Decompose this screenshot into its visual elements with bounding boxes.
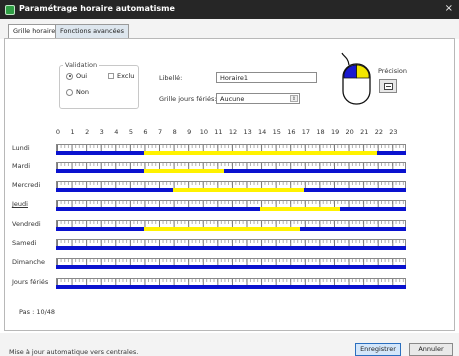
hour-label: 2 — [85, 128, 90, 136]
inactive-segment[interactable] — [260, 207, 341, 211]
time-ruler[interactable] — [56, 258, 406, 265]
status-text: Mise à jour automatique vers centrales. — [9, 348, 139, 356]
hour-label: 0 — [55, 128, 61, 136]
save-button[interactable]: Enregistrer — [355, 343, 401, 356]
tab-bar: Grille horaire Fonctions avancées — [0, 19, 459, 39]
schedule-row[interactable] — [56, 239, 406, 250]
hour-label: 14 — [258, 128, 267, 136]
hour-label: 5 — [128, 128, 133, 136]
schedule-bar[interactable] — [56, 151, 406, 155]
feries-select[interactable]: Aucune ⇕ — [216, 93, 300, 104]
feries-label: Grille jours fériés: — [159, 95, 217, 103]
radio-oui[interactable]: Oui — [66, 72, 87, 80]
hour-label: 23 — [389, 128, 398, 136]
hour-label: 1 — [70, 128, 75, 136]
schedule-row[interactable] — [56, 144, 406, 155]
precision-label: Précision — [378, 67, 408, 75]
radio-non[interactable]: Non — [66, 88, 89, 96]
hour-label: 18 — [316, 128, 325, 136]
schedule-row[interactable] — [56, 200, 406, 211]
libelle-label: Libellé: — [159, 74, 183, 82]
hour-label: 9 — [187, 128, 192, 136]
schedule-row[interactable] — [56, 162, 406, 173]
radio-oui-label: Oui — [76, 72, 88, 80]
precision-icon — [384, 83, 393, 90]
inactive-segment[interactable] — [143, 227, 301, 231]
hour-label: 19 — [330, 128, 340, 136]
day-label: Vendredi — [12, 220, 41, 228]
title-bar: Paramétrage horaire automatisme × — [0, 0, 459, 19]
schedule-bar[interactable] — [56, 285, 406, 289]
exclu-checkbox-label: Exclu — [117, 72, 135, 80]
hour-label: 17 — [301, 128, 311, 136]
inactive-segment[interactable] — [143, 169, 224, 173]
time-ruler[interactable] — [56, 278, 406, 285]
app-icon — [5, 5, 15, 15]
time-ruler[interactable] — [56, 239, 406, 246]
hour-label: 7 — [158, 128, 163, 136]
close-icon[interactable]: × — [445, 3, 453, 14]
day-label: Jours fériés — [12, 278, 49, 286]
day-label: Samedi — [12, 239, 37, 247]
hour-label: 4 — [114, 128, 119, 136]
hour-label: 6 — [143, 128, 148, 136]
inactive-segment[interactable] — [172, 188, 304, 192]
time-ruler[interactable] — [56, 162, 406, 169]
hour-label: 21 — [360, 128, 369, 136]
time-ruler[interactable] — [56, 200, 406, 207]
pas-text: Pas : 10/48 — [19, 308, 56, 316]
hour-label: 12 — [228, 128, 238, 136]
validation-legend: Validation — [63, 61, 100, 69]
schedule-row[interactable] — [56, 258, 406, 269]
mouse-icon — [341, 52, 371, 105]
radio-oui-indicator[interactable] — [66, 72, 73, 80]
time-ruler[interactable] — [56, 220, 406, 227]
exclu-checkbox[interactable]: Exclu — [108, 72, 134, 80]
radio-non-label: Non — [76, 88, 89, 96]
hour-label: 13 — [243, 128, 252, 136]
schedule-bar[interactable] — [56, 207, 406, 211]
schedule-bar[interactable] — [56, 169, 406, 173]
radio-non-indicator[interactable] — [66, 88, 73, 96]
hour-label: 22 — [374, 128, 383, 136]
hour-label: 11 — [214, 128, 223, 136]
feries-select-value: Aucune — [220, 95, 245, 103]
time-ruler[interactable] — [56, 144, 406, 151]
window-title: Paramétrage horaire automatisme — [19, 4, 175, 13]
exclu-checkbox-box[interactable] — [108, 73, 114, 79]
schedule-bar[interactable] — [56, 227, 406, 231]
tab-grille-horaire[interactable]: Grille horaire — [8, 24, 61, 38]
hour-label: 20 — [345, 128, 354, 136]
precision-button[interactable] — [379, 79, 397, 93]
schedule-row[interactable] — [56, 278, 406, 289]
schedule-row[interactable] — [56, 181, 406, 192]
hour-label: 15 — [272, 128, 281, 136]
schedule-row[interactable] — [56, 220, 406, 231]
hour-label: 10 — [199, 128, 208, 136]
hour-label: 3 — [99, 128, 104, 136]
inactive-segment[interactable] — [143, 151, 377, 155]
libelle-input[interactable]: Horaire1 — [216, 72, 317, 83]
chevron-updown-icon[interactable]: ⇕ — [290, 95, 298, 102]
schedule-bar[interactable] — [56, 188, 406, 192]
tab-fonctions-avancees[interactable]: Fonctions avancées — [55, 24, 129, 38]
day-label: Mercredi — [12, 181, 41, 189]
time-ruler[interactable] — [56, 181, 406, 188]
day-label: Jeudi — [12, 200, 28, 208]
day-label: Lundi — [12, 144, 30, 152]
day-label: Mardi — [12, 162, 31, 170]
schedule-bar[interactable] — [56, 265, 406, 269]
hour-label: 8 — [172, 128, 177, 136]
day-label: Dimanche — [12, 258, 45, 266]
hour-label: 16 — [287, 128, 296, 136]
cancel-button[interactable]: Annuler — [409, 343, 453, 356]
schedule-bar[interactable] — [56, 246, 406, 250]
